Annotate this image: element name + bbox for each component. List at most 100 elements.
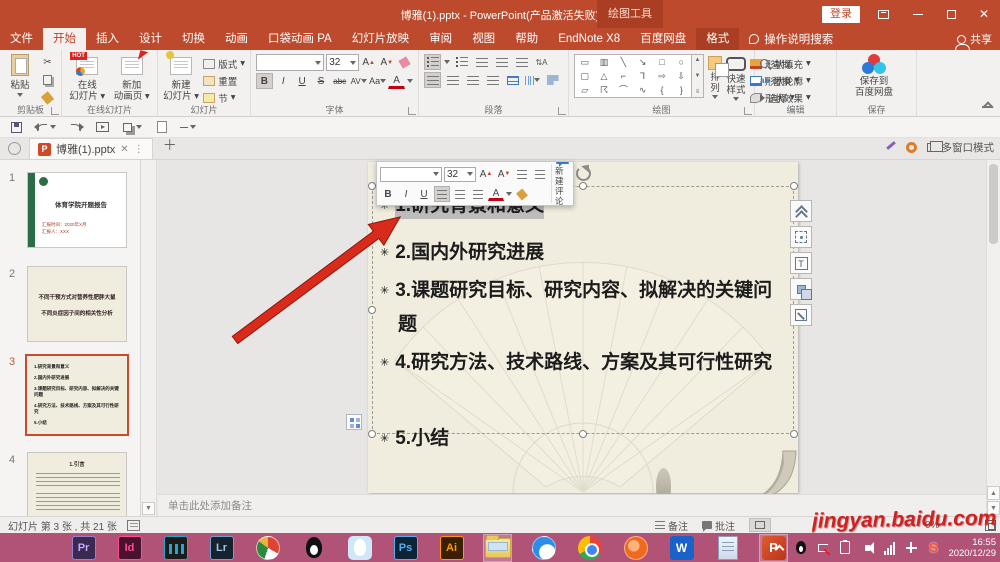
- bullets-dropdown[interactable]: [444, 60, 450, 64]
- resize-handle-bottom-left[interactable]: [368, 430, 376, 438]
- align-center-button[interactable]: [444, 72, 461, 88]
- collapse-ribbon-icon[interactable]: [982, 106, 992, 112]
- slide-canvas[interactable]: ✳ 1.研究背景和意义 ✳ 2.国内外研究进展 ✳ 3.课题研究目标、研究内容、…: [368, 162, 798, 512]
- distribute-button[interactable]: [504, 72, 521, 88]
- change-case-button[interactable]: Aa: [369, 73, 387, 89]
- tab-file[interactable]: 文件: [0, 28, 43, 50]
- slide-thumbnail-4[interactable]: 1.引言: [27, 452, 127, 516]
- taskbar-video-editor-icon[interactable]: [162, 535, 189, 561]
- numbering-button[interactable]: [453, 54, 470, 70]
- textbox-selection-border[interactable]: [372, 186, 794, 434]
- volume-icon[interactable]: [860, 541, 874, 555]
- share-document-button[interactable]: [120, 120, 144, 134]
- tab-review[interactable]: 审阅: [419, 28, 462, 50]
- tab-home[interactable]: 开始: [43, 28, 86, 50]
- smartart-convert-button[interactable]: [544, 72, 561, 88]
- mini-underline-button[interactable]: U: [416, 186, 432, 202]
- taskbar-qq-icon[interactable]: [300, 535, 327, 561]
- close-tab-icon[interactable]: ✕: [120, 144, 128, 155]
- tab-endnote[interactable]: EndNote X8: [548, 28, 630, 50]
- tab-pocket-animation[interactable]: 口袋动画 PA: [258, 28, 342, 50]
- taskbar-illustrator-icon[interactable]: Ai: [438, 535, 465, 561]
- vertical-scrollbar[interactable]: ▲ ▼: [986, 160, 1000, 516]
- network-signal-icon[interactable]: [882, 541, 896, 555]
- agenda-line-5[interactable]: ✳ 5.小结: [380, 426, 449, 452]
- mini-font-color-dropdown[interactable]: [506, 192, 512, 196]
- login-button[interactable]: 登录: [822, 6, 860, 23]
- tab-format[interactable]: 格式: [696, 28, 740, 50]
- tab-slideshow[interactable]: 幻灯片放映: [342, 28, 420, 50]
- taskbar-notepad-icon[interactable]: [714, 535, 741, 561]
- taskbar-lightroom-icon[interactable]: Lr: [208, 535, 235, 561]
- new-comment-button[interactable]: 新建 评论: [551, 161, 570, 206]
- collapse-strip-button[interactable]: [790, 200, 812, 222]
- mini-align-left-button[interactable]: [434, 186, 450, 202]
- notes-toggle-button[interactable]: 备注: [655, 518, 688, 533]
- bold-button[interactable]: B: [256, 73, 273, 89]
- layout-button[interactable]: 版式 ▾: [203, 56, 245, 71]
- bullets-button[interactable]: [424, 54, 441, 70]
- slide-thumbnail-3-selected[interactable]: 1.研究背景和意义 2.国内外研究进展 3.课题研究目标、研究内容、拟解决的关键…: [25, 354, 129, 436]
- font-name-combo[interactable]: [256, 54, 325, 71]
- resize-handle-top-mid[interactable]: [579, 182, 587, 190]
- quick-styles-button[interactable]: 快速样式: [726, 54, 746, 101]
- tray-expand-icon[interactable]: [772, 541, 786, 555]
- line-spacing-button[interactable]: [513, 54, 530, 70]
- mini-increase-indent-button[interactable]: [532, 166, 548, 182]
- dialog-launcher-icon[interactable]: [558, 107, 566, 115]
- shapes-gallery[interactable]: ▭ ▥ ╲ ↘ □ ○ ▢ △ ⌐ Ꞁ ⇨ ⇩ ▱ ☈ ⌒ ∿{}: [574, 54, 692, 98]
- agenda-line-2[interactable]: ✳ 2.国内外研究进展: [380, 240, 544, 266]
- arrange-button[interactable]: 排列: [708, 54, 729, 99]
- tab-animations[interactable]: 动画: [215, 28, 258, 50]
- mini-font-name-combo[interactable]: [380, 166, 442, 182]
- taskbar-chrome-icon[interactable]: [576, 535, 603, 561]
- mini-decrease-indent-button[interactable]: [514, 166, 530, 182]
- cut-button[interactable]: ✂: [39, 54, 56, 70]
- new-slide-button[interactable]: 新建 幻灯片 ▾: [163, 51, 199, 102]
- rotate-handle-icon[interactable]: [576, 166, 591, 181]
- align-right-button[interactable]: [464, 72, 481, 88]
- mini-italic-button[interactable]: I: [398, 186, 414, 202]
- previous-slide-button[interactable]: ▲: [987, 486, 1000, 500]
- tab-view[interactable]: 视图: [462, 28, 505, 50]
- undo-button[interactable]: [33, 120, 58, 134]
- gear-icon[interactable]: [905, 142, 917, 153]
- customize-qat-button[interactable]: [180, 120, 196, 134]
- slide-thumbnail-2[interactable]: 不同干预方式对营养性肥胖大鼠 不同炎症因子间的相关性分析: [27, 266, 127, 342]
- tab-insert[interactable]: 插入: [86, 28, 129, 50]
- tray-qq-icon[interactable]: [794, 541, 808, 555]
- close-button[interactable]: ✕: [969, 0, 999, 28]
- shapes-gallery-scrollbar[interactable]: ▲ ▼ ≡: [692, 54, 704, 98]
- find-button[interactable]: 查找: [760, 56, 799, 71]
- strikethrough-button[interactable]: S: [312, 73, 329, 89]
- document-tab[interactable]: P 博雅(1).pptx ✕ ⋮: [29, 138, 153, 159]
- taskbar-premiere-icon[interactable]: Pr: [70, 535, 97, 561]
- resize-handle-top-right[interactable]: [790, 182, 798, 190]
- position-button[interactable]: [790, 226, 812, 248]
- agenda-line-3-wrap[interactable]: 题: [380, 312, 417, 338]
- normal-view-button[interactable]: [749, 518, 771, 532]
- mini-shrink-font-button[interactable]: A ▼: [496, 166, 512, 182]
- italic-button[interactable]: I: [275, 73, 292, 89]
- alignment-anchor-icon[interactable]: [346, 414, 362, 430]
- multi-window-button[interactable]: 多窗口模式: [926, 140, 994, 155]
- sogou-input-icon[interactable]: S: [926, 540, 940, 555]
- increase-indent-button[interactable]: [493, 54, 510, 70]
- align-left-button[interactable]: [424, 72, 441, 88]
- dialog-launcher-icon[interactable]: [744, 107, 752, 115]
- mini-align-center-button[interactable]: [452, 186, 468, 202]
- dialog-launcher-icon[interactable]: [408, 107, 416, 115]
- new-tab-button[interactable]: ＋: [163, 135, 177, 155]
- ribbon-display-options-button[interactable]: [868, 0, 898, 28]
- font-size-combo[interactable]: 32: [326, 54, 359, 71]
- taskbar-photoshop-icon[interactable]: Ps: [392, 535, 419, 561]
- panel-scrollbar[interactable]: ▼: [141, 160, 157, 516]
- mini-format-painter-button[interactable]: [514, 186, 530, 202]
- textbox-tool-button[interactable]: T: [790, 252, 812, 274]
- mini-font-color-button[interactable]: A: [488, 187, 504, 201]
- agenda-line-3[interactable]: ✳ 3.课题研究目标、研究内容、拟解决的关键问: [380, 278, 772, 304]
- comments-toggle-button[interactable]: 批注: [702, 518, 735, 533]
- tab-menu-icon[interactable]: ⋮: [134, 144, 144, 155]
- share-button[interactable]: 共享: [955, 28, 992, 51]
- justify-button[interactable]: [484, 72, 501, 88]
